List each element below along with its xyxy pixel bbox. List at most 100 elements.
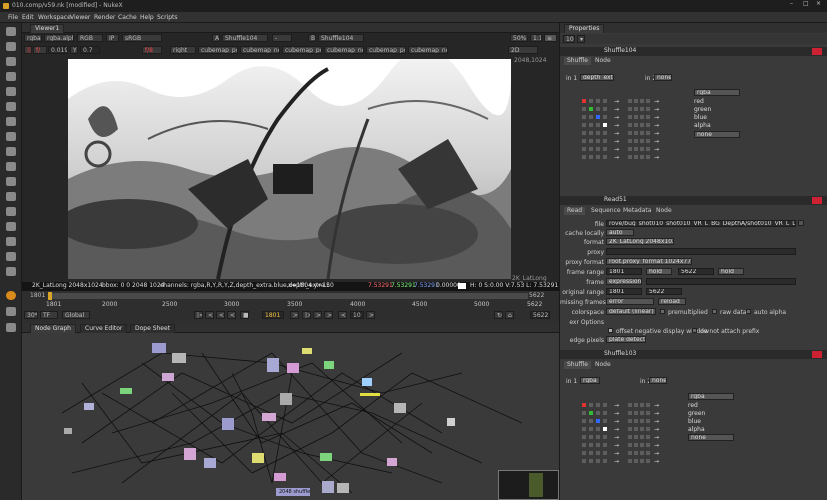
channel-checkbox[interactable] — [640, 459, 644, 463]
playhead[interactable] — [48, 292, 52, 300]
channel-checkbox[interactable] — [589, 427, 593, 431]
channel-checkbox[interactable] — [634, 155, 638, 159]
view-mode-dropdown[interactable]: 2D — [508, 46, 538, 54]
gain-field[interactable]: 0.019 — [48, 46, 68, 54]
current-frame-field[interactable]: 1801 — [262, 311, 284, 319]
lock-panels-icon[interactable]: ▾ — [577, 35, 585, 43]
channel-checkbox[interactable] — [640, 435, 644, 439]
tab-shuffle[interactable]: Shuffle — [564, 57, 591, 65]
channel-tool-icon[interactable] — [6, 72, 16, 81]
channel-checkbox[interactable] — [596, 155, 600, 159]
keyer-tool-icon[interactable] — [6, 117, 16, 126]
gamma-field[interactable]: 0.7 — [80, 46, 100, 54]
reload-button[interactable]: reload — [658, 298, 686, 305]
view-right-button[interactable]: right — [170, 46, 196, 54]
channel-checkbox[interactable] — [640, 99, 644, 103]
channel-checkbox[interactable] — [640, 155, 644, 159]
channel-checkbox[interactable] — [603, 451, 607, 455]
in1-dropdown[interactable]: rgba — [580, 377, 600, 384]
max-panels-field[interactable]: 10 — [563, 35, 575, 43]
channel-checkbox[interactable] — [640, 131, 644, 135]
first-frame-button[interactable]: |< — [194, 311, 203, 319]
channel-checkbox[interactable] — [582, 155, 586, 159]
viewer-image[interactable] — [68, 59, 511, 279]
channel-checkbox[interactable] — [582, 123, 586, 127]
skip-forward-button[interactable]: > — [366, 311, 375, 319]
channel-checkbox[interactable] — [640, 115, 644, 119]
channel-checkbox[interactable] — [640, 451, 644, 455]
view-cubemap-posz[interactable]: cubemap_posz — [366, 46, 406, 54]
channel-checkbox[interactable] — [640, 107, 644, 111]
no-attach-prefix-checkbox[interactable] — [692, 328, 697, 333]
furnace-tool-icon[interactable] — [6, 307, 16, 316]
channel-checkbox[interactable] — [628, 435, 632, 439]
channel-checkbox[interactable] — [596, 411, 600, 415]
channel-checkbox[interactable] — [634, 427, 638, 431]
missing-frames-dropdown[interactable]: error — [606, 298, 654, 305]
toolsets-tool-icon[interactable] — [6, 207, 16, 216]
in2-dropdown[interactable]: none — [654, 74, 672, 81]
3d-tool-icon[interactable] — [6, 162, 16, 171]
transform-tool-icon[interactable] — [6, 147, 16, 156]
channel-checkbox[interactable] — [646, 131, 650, 135]
premultiplied-checkbox[interactable] — [660, 309, 665, 314]
timeline-bar[interactable] — [48, 293, 528, 299]
channel-checkbox[interactable] — [628, 411, 632, 415]
channel-checkbox[interactable] — [582, 443, 586, 447]
channel-checkbox[interactable] — [628, 139, 632, 143]
display-mode-dropdown[interactable]: RGB — [77, 34, 103, 42]
input-b-dropdown[interactable]: Shuffle104 — [318, 34, 364, 42]
channel-checkbox[interactable] — [596, 459, 600, 463]
channel-checkbox[interactable] — [582, 435, 586, 439]
channel-checkbox[interactable] — [582, 147, 586, 151]
view-cubemap-negz[interactable]: cubemap_negz — [408, 46, 448, 54]
tab-shuffle[interactable]: Shuffle — [564, 361, 591, 369]
menu-render[interactable]: Render — [94, 14, 115, 21]
channel-checkbox[interactable] — [640, 427, 644, 431]
channel-checkbox[interactable] — [628, 155, 632, 159]
channel-checkbox[interactable] — [582, 451, 586, 455]
channel-checkbox[interactable] — [628, 115, 632, 119]
format-dropdown[interactable]: 2K_LatLong 2048x1024 — [606, 238, 674, 245]
merge-tool-icon[interactable] — [6, 132, 16, 141]
channel-checkbox[interactable] — [596, 427, 600, 431]
hold-after-dropdown[interactable]: hold — [718, 268, 744, 275]
channel-checkbox[interactable] — [589, 435, 593, 439]
skip-back-button[interactable]: < — [338, 311, 347, 319]
channel-checkbox[interactable] — [603, 155, 607, 159]
channel-checkbox[interactable] — [634, 443, 638, 447]
menu-edit[interactable]: Edit — [22, 14, 34, 21]
channel-checkbox[interactable] — [634, 147, 638, 151]
raw-data-checkbox[interactable] — [712, 309, 717, 314]
channel-checkbox[interactable] — [582, 115, 586, 119]
lock-icon[interactable]: ⌂ — [505, 311, 514, 319]
channel-checkbox[interactable] — [582, 459, 586, 463]
timeline[interactable]: 1801 5622 1801 2000 2500 3000 3500 4000 … — [22, 291, 559, 323]
out1-dropdown[interactable]: rgba — [694, 89, 740, 96]
menu-scripts[interactable]: Scripts — [157, 14, 178, 21]
channel-checkbox[interactable] — [596, 115, 600, 119]
channel-checkbox[interactable] — [589, 451, 593, 455]
tab-node[interactable]: Node — [592, 57, 614, 65]
tab-node[interactable]: Node — [592, 361, 614, 369]
channel-checkbox[interactable] — [628, 99, 632, 103]
channel-checkbox[interactable] — [634, 459, 638, 463]
out2-dropdown[interactable]: none — [694, 131, 740, 138]
menu-cache[interactable]: Cache — [118, 14, 137, 21]
shuffle104-header[interactable]: Shuffle104 — [560, 47, 827, 56]
channel-checkbox[interactable] — [646, 419, 650, 423]
zoom-dropdown[interactable]: 50% — [510, 34, 528, 42]
lut-dropdown[interactable]: sRGB — [122, 34, 162, 42]
global-range-dropdown[interactable]: Global — [62, 311, 90, 319]
channel-checkbox[interactable] — [603, 139, 607, 143]
channel-checkbox[interactable] — [582, 403, 586, 407]
filter-tool-icon[interactable] — [6, 102, 16, 111]
channel-checkbox[interactable] — [646, 139, 650, 143]
tab-properties[interactable]: Properties — [564, 24, 605, 33]
plugin-tool-icon[interactable] — [6, 323, 16, 332]
out2-dropdown[interactable]: none — [688, 434, 734, 441]
channel-checkbox[interactable] — [640, 147, 644, 151]
channel-checkbox[interactable] — [634, 123, 638, 127]
channel-checkbox[interactable] — [589, 131, 593, 135]
settings-icon[interactable]: ≡ — [544, 34, 557, 42]
